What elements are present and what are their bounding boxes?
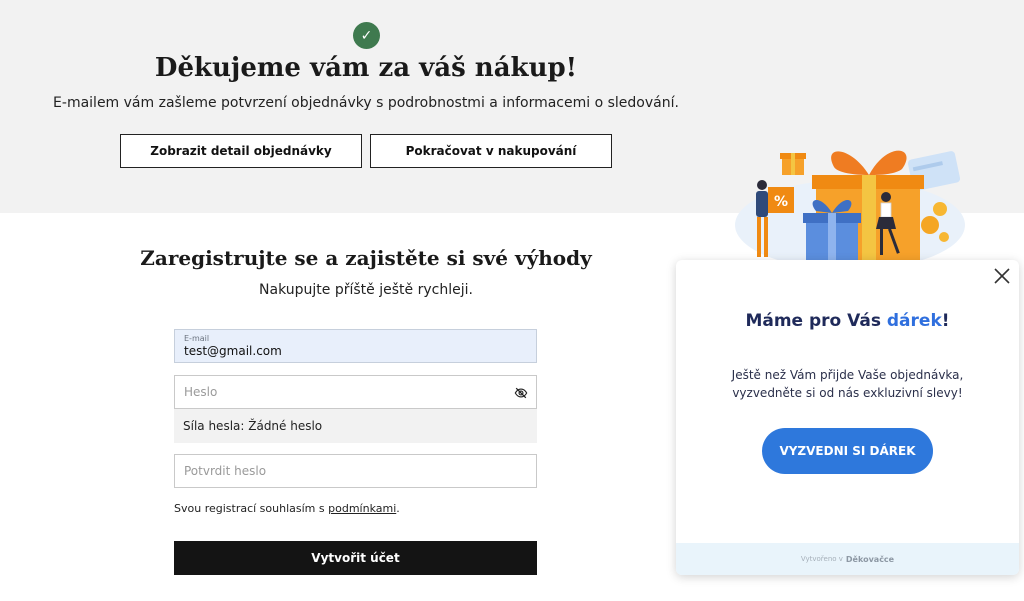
consent-text: Svou registrací souhlasím s (174, 502, 329, 515)
terms-link[interactable]: podmínkami (328, 502, 396, 515)
eye-slash-icon[interactable] (514, 386, 528, 400)
create-account-button[interactable]: Vytvořit účet (174, 541, 537, 575)
popup-heading-end: ! (941, 311, 950, 331)
close-icon[interactable] (993, 267, 1011, 285)
popup-text: Ještě než Vám přijde Vaše objednávka, vy… (731, 368, 964, 400)
popup-footer: Vytvořeno v Děkovačce (676, 543, 1019, 575)
check-icon: ✓ (353, 22, 380, 49)
popup-heading-main: Máme pro Vás (745, 311, 887, 331)
illustration-percent-badge: % (774, 194, 788, 210)
password-input[interactable] (175, 376, 536, 408)
footer-prefix: Vytvořeno v (800, 555, 843, 563)
registration-subtitle: Nakupujte příště ještě rychleji. (259, 282, 473, 298)
email-field[interactable]: E-mail test@gmail.com (174, 329, 537, 363)
continue-shopping-button[interactable]: Pokračovat v nakupování (370, 134, 612, 168)
password-strength: Síla hesla: Žádné heslo (174, 409, 537, 443)
terms-consent: Svou registrací souhlasím s podmínkami. (174, 502, 400, 515)
gift-illustration: % (735, 150, 965, 265)
consent-suffix: . (396, 502, 400, 515)
popup-heading: Máme pro Vás dárek! (676, 311, 1019, 331)
popup-heading-accent: dárek (886, 311, 942, 331)
confirm-password-field[interactable] (174, 454, 537, 488)
email-value[interactable]: test@gmail.com (184, 344, 282, 358)
claim-gift-button[interactable]: VYZVEDNI SI DÁREK (762, 428, 933, 474)
email-label: E-mail (184, 334, 210, 343)
order-detail-button[interactable]: Zobrazit detail objednávky (120, 134, 362, 168)
thanks-title: Děkujeme vám za váš nákup! (154, 53, 578, 83)
confirm-password-input[interactable] (175, 455, 536, 487)
registration-title: Zaregistrujte se a zajistěte si své výho… (140, 246, 592, 270)
password-field[interactable] (174, 375, 537, 409)
gift-popup: Máme pro Vás dárek! Ještě než Vám přijde… (676, 260, 1019, 575)
thanks-subtitle: E-mailem vám zašleme potvrzení objednávk… (53, 95, 679, 111)
footer-brand[interactable]: Děkovačce (846, 555, 894, 564)
